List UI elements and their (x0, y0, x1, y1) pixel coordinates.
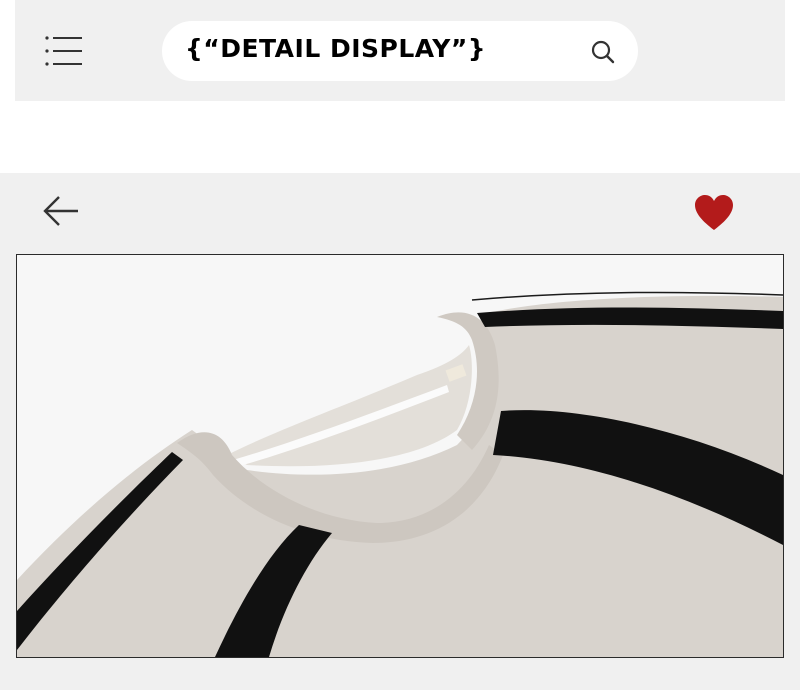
search-text: {“DETAIL DISPLAY”} (185, 34, 487, 63)
menu-button[interactable] (44, 33, 84, 69)
heart-icon (695, 195, 733, 230)
product-image (16, 254, 784, 658)
sweatshirt-collar-image (17, 255, 783, 657)
arrow-left-icon (43, 196, 78, 226)
back-button[interactable] (42, 193, 80, 229)
search-bar[interactable]: {“DETAIL DISPLAY”} (162, 21, 638, 81)
search-icon[interactable] (590, 39, 616, 65)
favorite-button[interactable] (694, 194, 734, 232)
hamburger-menu-icon (45, 36, 82, 66)
